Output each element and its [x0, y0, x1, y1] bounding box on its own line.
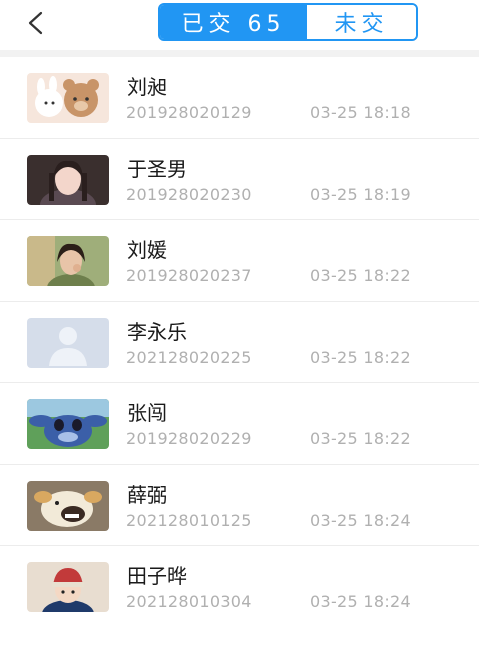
student-id: 201928020229: [126, 429, 252, 448]
student-id: 201928020230: [126, 184, 252, 204]
submit-time: 03-25 18:18: [310, 103, 411, 122]
student-name: 李永乐: [127, 319, 187, 344]
top-bar: 已交 65 未交: [0, 0, 479, 50]
list-item[interactable]: 薛弼 202128010125 03-25 18:24: [0, 465, 479, 546]
student-id: 202128010304: [126, 592, 252, 611]
tab-not-submitted[interactable]: 未交: [307, 5, 416, 39]
bear-avatar: [27, 73, 109, 123]
student-name: 田子晔: [127, 564, 187, 588]
student-id: 201928020129: [126, 103, 252, 122]
default-user-avatar: [27, 317, 109, 368]
submit-time: 03-25 18:22: [310, 429, 411, 448]
girl-avatar: [27, 236, 109, 286]
list-item[interactable]: 田子晔 202128010304 03-25 18:24: [0, 546, 479, 628]
student-name: 张闯: [127, 401, 167, 425]
student-list: 刘昶 201928020129 03-25 18:18 于圣男 20192802…: [0, 57, 479, 628]
girl-avatar: [27, 154, 109, 205]
student-name: 刘昶: [127, 75, 167, 99]
child-avatar: [27, 562, 109, 612]
back-icon[interactable]: [22, 8, 52, 38]
submit-time: 03-25 18:24: [310, 592, 411, 611]
student-id: 201928020237: [126, 266, 252, 285]
submit-time: 03-25 18:22: [310, 266, 411, 285]
student-name: 薛弼: [127, 482, 167, 507]
list-item[interactable]: 刘昶 201928020129 03-25 18:18: [0, 57, 479, 139]
dog-avatar: [27, 480, 109, 531]
stitch-avatar: [27, 399, 109, 449]
header-divider: [0, 50, 479, 57]
student-name: 于圣男: [127, 156, 187, 181]
list-item[interactable]: 于圣男 201928020230 03-25 18:19: [0, 139, 479, 220]
submit-time: 03-25 18:19: [310, 184, 411, 204]
list-bottom: [0, 627, 479, 645]
student-name: 刘媛: [127, 238, 167, 262]
list-item[interactable]: 李永乐 202128020225 03-25 18:22: [0, 302, 479, 383]
tab-submitted[interactable]: 已交 65: [160, 5, 307, 39]
submit-time: 03-25 18:22: [310, 347, 411, 367]
student-id: 202128010125: [126, 510, 252, 530]
submission-toggle: 已交 65 未交: [158, 3, 418, 41]
list-item[interactable]: 刘媛 201928020237 03-25 18:22: [0, 220, 479, 302]
list-item[interactable]: 张闯 201928020229 03-25 18:22: [0, 383, 479, 465]
submit-time: 03-25 18:24: [310, 510, 411, 530]
student-id: 202128020225: [126, 347, 252, 367]
